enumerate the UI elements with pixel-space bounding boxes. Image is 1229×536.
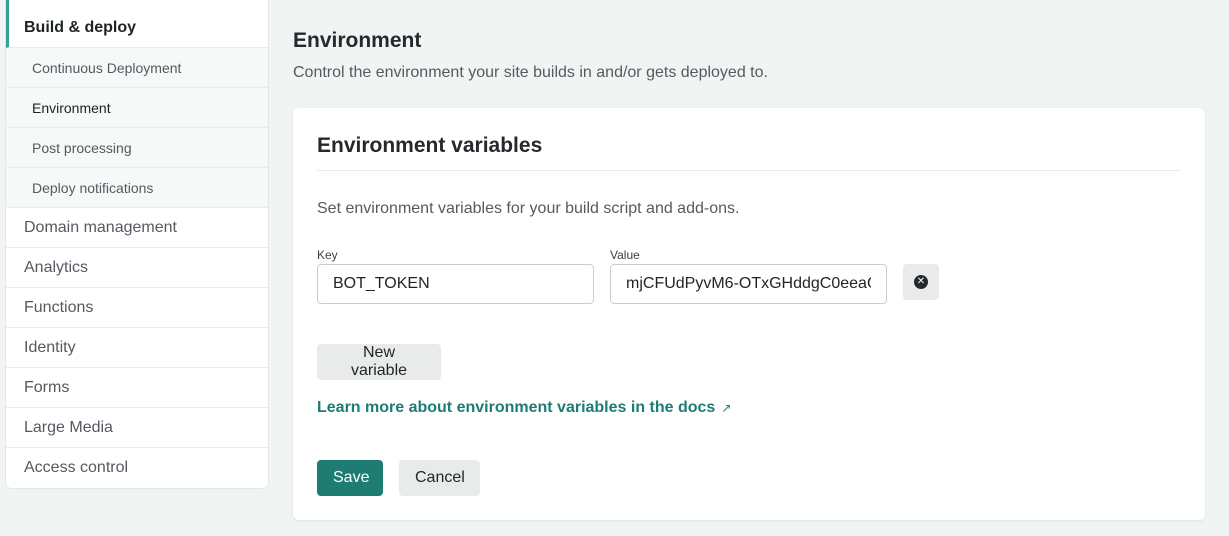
sidebar-item-large-media[interactable]: Large Media — [6, 408, 268, 448]
settings-sidebar: Build & deploy Continuous Deployment Env… — [5, 0, 269, 489]
docs-link[interactable]: Learn more about environment variables i… — [317, 399, 731, 417]
sidebar-subitem-continuous-deployment[interactable]: Continuous Deployment — [6, 48, 268, 88]
sidebar-item-domain-management[interactable]: Domain management — [6, 208, 268, 248]
page-description: Control the environment your site builds… — [293, 64, 768, 81]
sidebar-subitem-post-processing[interactable]: Post processing — [6, 128, 268, 168]
value-input[interactable] — [610, 264, 887, 304]
card-title: Environment variables — [317, 134, 543, 157]
key-input[interactable] — [317, 264, 594, 304]
external-link-icon: ↗ — [721, 401, 732, 415]
key-label: Key — [317, 248, 338, 262]
sidebar-item-identity[interactable]: Identity — [6, 328, 268, 368]
card-description: Set environment variables for your build… — [317, 200, 740, 217]
remove-variable-button[interactable]: ✕ — [903, 264, 939, 300]
docs-link-text: Learn more about environment variables i… — [317, 399, 716, 416]
close-circle-icon: ✕ — [914, 275, 928, 289]
sidebar-item-forms[interactable]: Forms — [6, 368, 268, 408]
environment-variables-card: Environment variables Set environment va… — [293, 108, 1205, 520]
sidebar-item-analytics[interactable]: Analytics — [6, 248, 268, 288]
new-variable-button[interactable]: New variable — [317, 344, 441, 380]
page-title: Environment — [293, 29, 422, 52]
sidebar-item-functions[interactable]: Functions — [6, 288, 268, 328]
sidebar-subitem-environment[interactable]: Environment — [6, 88, 268, 128]
save-button[interactable]: Save — [317, 460, 383, 496]
cancel-button[interactable]: Cancel — [399, 460, 480, 496]
value-label: Value — [610, 248, 640, 262]
sidebar-subitem-deploy-notifications[interactable]: Deploy notifications — [6, 168, 268, 208]
sidebar-item-build-deploy[interactable]: Build & deploy — [6, 0, 268, 48]
sidebar-item-access-control[interactable]: Access control — [6, 448, 268, 488]
card-divider — [317, 170, 1181, 171]
